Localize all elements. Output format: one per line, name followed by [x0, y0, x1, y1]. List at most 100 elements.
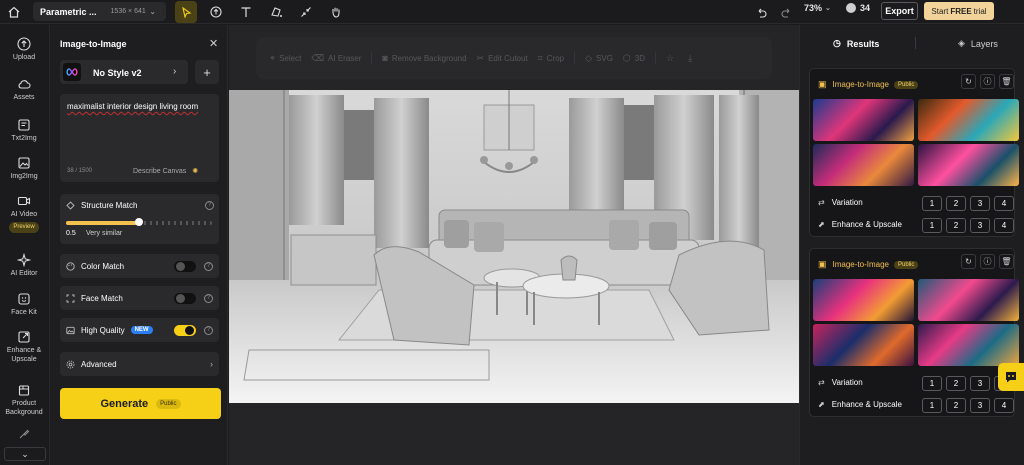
sparkle-icon: ✺ [192, 168, 199, 175]
rail-face-kit[interactable]: Face Kit [0, 292, 48, 317]
face-match-toggle[interactable] [174, 292, 196, 304]
cube-icon: ⬡ [622, 52, 631, 63]
enhance-4-button[interactable]: 4 [994, 398, 1014, 413]
ctx-3d[interactable]: ⬡ 3D [623, 53, 645, 64]
rail-more-tool[interactable] [0, 427, 48, 443]
infinity-icon [66, 68, 78, 76]
enhance-2-button[interactable]: 2 [946, 218, 966, 233]
result-thumbnail[interactable] [918, 144, 1019, 186]
help-icon[interactable]: ? [204, 325, 213, 335]
ctx-crop[interactable]: ⌗ Crop [538, 53, 564, 64]
close-icon[interactable]: ✕ [209, 37, 218, 50]
project-selector[interactable]: Parametric ... 1536 × 641 ⌄ [33, 2, 166, 21]
high-quality-toggle[interactable] [174, 324, 196, 336]
undo-button[interactable] [750, 1, 772, 23]
prompt-input[interactable]: maximalist interior design living room 3… [60, 94, 219, 182]
result-thumbnail[interactable] [813, 324, 914, 366]
result-thumbnail[interactable] [918, 99, 1019, 141]
enhance-1-button[interactable]: 1 [922, 218, 942, 233]
tab-results[interactable]: ◷ Results [833, 38, 879, 49]
canvas-image[interactable] [229, 90, 799, 403]
result-thumbnail[interactable] [918, 324, 1019, 366]
credits-counter: 34 [846, 3, 870, 13]
variation-2-button[interactable]: 2 [946, 376, 966, 391]
refresh-button[interactable]: ↻ [961, 74, 976, 89]
style-name: No Style v2 [93, 68, 142, 78]
enhance-4-button[interactable]: 4 [994, 218, 1014, 233]
variation-1-button[interactable]: 1 [922, 196, 942, 211]
describe-canvas-button[interactable]: Describe Canvas ✺ [133, 167, 198, 175]
select-icon: ⌖ [270, 52, 276, 63]
ctx-svg[interactable]: ◇ SVG [585, 53, 613, 64]
slider-handle[interactable] [135, 218, 143, 226]
enhance-row: ⬈ Enhance & Upscale [818, 220, 902, 229]
info-button[interactable]: ⓘ [980, 254, 995, 269]
chat-support-button[interactable] [998, 363, 1024, 391]
rail-txt2img[interactable]: Txt2Img [0, 118, 48, 143]
zoom-selector[interactable]: 73% ⌄ [804, 3, 831, 13]
variation-2-button[interactable]: 2 [946, 196, 966, 211]
select-tool[interactable] [175, 1, 197, 23]
advanced-section[interactable]: Advanced › [60, 352, 219, 376]
rail-ai-video[interactable]: AI Video Preview [0, 194, 48, 233]
result-thumbnail[interactable] [813, 279, 914, 321]
rail-img2img[interactable]: Img2Img [0, 156, 48, 181]
start-free-trial-button[interactable]: Start FREE trial [924, 2, 994, 20]
variation-3-button[interactable]: 3 [970, 376, 990, 391]
redo-button[interactable] [775, 1, 797, 23]
result-thumbnail[interactable] [813, 144, 914, 186]
result-thumbnail[interactable] [918, 279, 1019, 321]
generate-button[interactable]: Generate Public [60, 388, 221, 419]
variation-4-button[interactable]: 4 [994, 196, 1014, 211]
left-rail: Upload Assets Txt2Img Img2Img AI Video P… [0, 25, 50, 465]
variation-3-button[interactable]: 3 [970, 196, 990, 211]
add-style-button[interactable]: + [195, 60, 219, 84]
resize-tool[interactable] [295, 1, 317, 23]
ctx-favorite[interactable]: ☆ [666, 53, 678, 64]
enhance-3-button[interactable]: 3 [970, 218, 990, 233]
help-icon[interactable]: ? [204, 293, 213, 303]
rail-ai-editor[interactable]: AI Editor [0, 253, 48, 278]
upload-tool[interactable] [205, 1, 227, 23]
enhance-2-button[interactable]: 2 [946, 398, 966, 413]
ctx-download[interactable]: ⤓ [688, 53, 696, 64]
refresh-button[interactable]: ↻ [961, 254, 976, 269]
ctx-select[interactable]: ⌖ Select [270, 53, 301, 64]
preview-badge: Preview [9, 222, 39, 233]
ctx-ai-eraser[interactable]: ⌫ AI Eraser [311, 53, 361, 64]
rail-enhance-upscale[interactable]: Enhance & Upscale [0, 330, 48, 364]
pan-tool[interactable] [325, 1, 347, 23]
home-button[interactable] [4, 2, 24, 22]
ctx-edit-cutout[interactable]: ✂ Edit Cutout [477, 53, 528, 64]
variation-1-button[interactable]: 1 [922, 376, 942, 391]
rail-assets[interactable]: Assets [0, 77, 48, 102]
structure-slider[interactable] [66, 218, 212, 226]
panel-title: Image-to-Image [60, 39, 127, 49]
describe-canvas-label: Describe Canvas [133, 168, 187, 175]
tab-layers[interactable]: ◈ Layers [958, 38, 998, 49]
result-card-title: Image-to-Image [832, 80, 889, 89]
help-icon[interactable]: ? [204, 261, 213, 271]
enhance-1-button[interactable]: 1 [922, 398, 942, 413]
rail-expand-button[interactable]: ⌄ [4, 447, 46, 461]
color-match-toggle[interactable] [174, 260, 196, 272]
help-icon[interactable]: ? [205, 201, 214, 210]
canvas-area[interactable]: ⌖ Select ⌫ AI Eraser ◙ Remove Background ✂ E… [229, 25, 799, 465]
chevron-right-icon: › [210, 359, 213, 369]
delete-button[interactable]: 🗑 [999, 254, 1014, 269]
rail-product-background[interactable]: Product Background [0, 383, 48, 417]
upload-circle-icon [210, 6, 222, 18]
rail-upload[interactable]: Upload [0, 37, 48, 62]
ctx-remove-background[interactable]: ◙ Remove Background [382, 53, 466, 63]
enhance-label: Enhance & Upscale [831, 400, 902, 409]
text-tool[interactable] [235, 1, 257, 23]
result-thumbnail[interactable] [813, 99, 914, 141]
export-button[interactable]: Export [881, 2, 918, 20]
structure-value: 0.5 [66, 230, 76, 237]
rail-ai-video-label: AI Video [10, 211, 38, 218]
info-button[interactable]: ⓘ [980, 74, 995, 89]
style-selector[interactable]: No Style v2 › [60, 60, 188, 84]
enhance-3-button[interactable]: 3 [970, 398, 990, 413]
delete-button[interactable]: 🗑 [999, 74, 1014, 89]
shape-tool[interactable] [265, 1, 287, 23]
